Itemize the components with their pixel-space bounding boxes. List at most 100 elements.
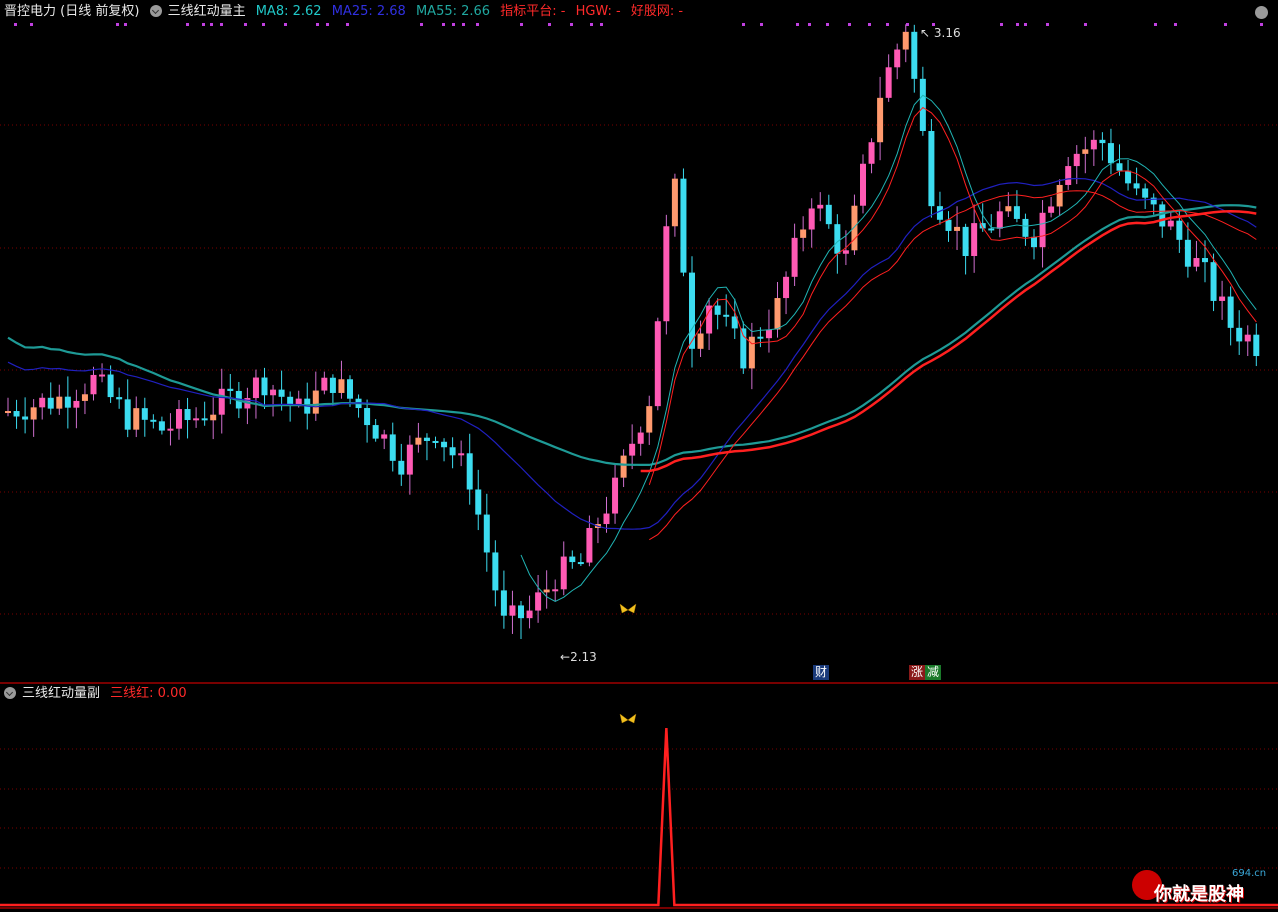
signal-dot [868,23,871,26]
candle-body [150,419,157,422]
signal-dot [742,23,745,26]
candle-body [13,411,20,417]
candle-body [227,388,234,391]
candle-body [1253,334,1260,357]
signal-dot [124,23,127,26]
candle-body [680,178,687,273]
candle-body [1031,236,1037,248]
signal-dot [1084,23,1087,26]
candle-body [765,329,772,339]
candle-body [210,414,217,421]
candle-body [757,336,764,339]
badge-jian[interactable]: 减 [925,665,942,680]
ma25-line [7,177,1257,530]
badge-cai[interactable]: 财 [813,665,830,680]
candle-body [706,305,713,334]
signal-dot [1154,23,1157,26]
ma25-value: MA25: 2.68 [331,4,406,19]
signal-dot [186,23,189,26]
candle-body [1210,262,1217,301]
candle-body [552,589,559,592]
haogu-value: 好股网: - [630,4,684,19]
candle-body [586,527,593,563]
signal-dot [476,23,479,26]
candle-body [1244,334,1251,342]
candle-body [1167,220,1174,227]
candle-body [1125,170,1132,184]
signal-dot [548,23,551,26]
candle-body [99,374,106,377]
sub-indicator-name[interactable]: 三线红动量副 [22,686,100,701]
candle-body [894,49,901,68]
candle-body [885,67,892,98]
candle-body [697,333,704,349]
signal-dot [796,23,799,26]
candle-body [1236,327,1243,342]
candle-body [971,223,978,257]
signal-dot [590,23,593,26]
candle-body [518,605,524,619]
red-thin-line [648,106,1257,486]
signal-dot [284,23,287,26]
signal-dot [202,23,205,26]
candle-body [47,397,54,409]
butterfly-icon [619,603,637,614]
candle-body [1013,206,1020,219]
low-price-value: 2.13 [570,650,597,664]
candle-body [372,425,379,439]
candle-body [800,229,807,238]
signal-dot [220,23,223,26]
candle-body [381,434,388,439]
signal-spike [0,727,1278,907]
candle-body [158,421,165,431]
signal-dot [30,23,33,26]
main-header: 晋控电力 (日线 前复权) 三线红动量主 MA8: 2.62 MA25: 2.6… [4,4,689,20]
settings-circle-icon[interactable] [1255,6,1268,19]
candle-body [398,460,405,475]
signal-dot [1046,23,1049,26]
ma8-value: MA8: 2.62 [255,4,322,19]
signal-dot [520,23,523,26]
candle-body [1039,212,1046,248]
low-price-label: ←2.13 [560,650,597,664]
candle-body [312,390,319,414]
candle-body [73,400,80,408]
ma8-line [520,94,1257,602]
candle-body [1090,139,1097,150]
candle-body [1133,183,1140,189]
signal-dot [116,23,119,26]
signal-dot [848,23,851,26]
candle-body [133,408,140,430]
candle-body [252,377,259,399]
dropdown-circle-icon[interactable] [149,5,162,17]
main-indicator-name[interactable]: 三线红动量主 [168,4,246,19]
candle-body [714,305,721,315]
candle-body [441,441,448,448]
badge-zhang[interactable]: 涨 [909,665,926,680]
candle-body [509,605,516,616]
chart-canvas[interactable] [0,0,1278,912]
candle-body [475,489,482,515]
candle-body [936,206,943,220]
candle-body [432,440,439,443]
platform-value: 指标平台: - [500,4,566,19]
candle-body [261,377,268,396]
signal-dot [760,23,763,26]
candle-body [791,237,798,277]
candle-body [218,388,225,415]
candle-body [808,208,815,230]
signal-dot [808,23,811,26]
candle-body [492,552,499,591]
signal-dot [14,23,17,26]
candle-body [629,443,636,456]
candle-body [458,453,465,456]
candle-body [116,397,123,400]
signal-dot [452,23,455,26]
candle-body [612,477,619,514]
candle-body [928,131,935,207]
stock-title[interactable]: 晋控电力 (日线 前复权) [4,4,139,19]
signal-dot [1024,23,1027,26]
red-thick-line [640,210,1257,473]
candle-body [64,396,71,408]
sub-dropdown-circle-icon[interactable] [4,687,16,699]
